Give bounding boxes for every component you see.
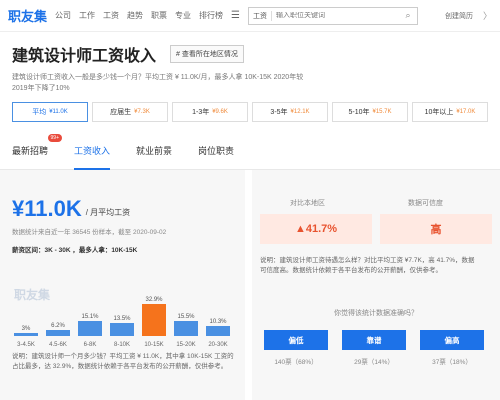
salary-panel: ¥11.0K / 月平均工资 数据统计来自近一年 36545 份样本，截至 20… [0, 170, 245, 400]
top-nav: 职友集 公司 工作 工资 趋势 职票 专业 排行榜 ☰ 工资 ⌕ 创建简历 〉 [0, 0, 500, 32]
create-resume-link[interactable]: 创建简历 [445, 11, 473, 21]
tabs: 最新招聘 99+ 工资收入 就业前景 岗位职责 [0, 122, 500, 170]
nav-major[interactable]: 专业 [175, 10, 191, 21]
vote-reliable-count: 29票（14%） [354, 359, 394, 366]
nav-ranking[interactable]: 排行榜 [199, 10, 223, 21]
x-tick-label: 20-30K [208, 342, 228, 348]
tab-latest-jobs[interactable]: 最新招聘 99+ [12, 134, 63, 169]
chip-value: ¥7.3K [134, 109, 150, 115]
x-tick-label: 10-15K [144, 342, 164, 348]
search-scope-select[interactable]: 工资 [249, 10, 272, 21]
bar-3-4.5K [14, 333, 38, 336]
chip-graduate[interactable]: 应届生 ¥7.3K [92, 102, 168, 122]
chip-label: 10年以上 [424, 109, 454, 116]
chip-value: ¥12.1K [290, 109, 310, 115]
x-tick-label: 4.5-6K [49, 342, 67, 348]
page-title: 建筑设计师工资收入 [12, 48, 157, 65]
title-row: 建筑设计师工资收入 # 查看所在地区情况 [0, 32, 500, 66]
x-tick-label: 8-10K [113, 342, 130, 348]
vote-reliable-button[interactable]: 靠谱 [342, 330, 406, 350]
nav-salary[interactable]: 工资 [103, 10, 119, 21]
salary-row: ¥11.0K / 月平均工资 [0, 170, 245, 222]
chip-label: 5-10年 [348, 109, 370, 116]
sample-stats: 数据统计来自近一年 36545 份样本，截至 2020-09-02 [12, 229, 167, 236]
average-salary: ¥11.0K [12, 196, 82, 221]
search-box: 工资 ⌕ [247, 6, 418, 25]
bar-value-label: 15.5% [177, 314, 195, 320]
tab-badge: 99+ [47, 134, 63, 142]
chip-value: ¥11.0K [49, 109, 68, 115]
nav-trends[interactable]: 趋势 [127, 10, 143, 21]
tab-salary[interactable]: 工资收入 [74, 136, 111, 170]
x-tick-label: 15-20K [176, 342, 196, 348]
bar-value-label: 10.3% [209, 319, 227, 325]
vote-buttons: 偏低 靠谱 偏高 [264, 330, 484, 350]
tab-prospects[interactable]: 就业前景 [136, 136, 172, 169]
site-logo[interactable]: 职友集 [8, 6, 47, 25]
bar-4.5-6K [46, 330, 70, 336]
chip-label: 3-5年 [270, 109, 288, 116]
tab-label: 最新招聘 [12, 146, 49, 156]
search-input[interactable] [271, 12, 364, 19]
compare-value: ▲41.7% [260, 214, 372, 244]
compare-header: 对比本地区 [290, 200, 325, 207]
comparison-panel: 对比本地区 数据可信度 ▲41.7% 高 说明：建筑设计师工资待遇怎么样？对比平… [252, 170, 500, 400]
chip-1-3y[interactable]: 1-3年 ¥9.6K [172, 102, 248, 122]
page-description: 建筑设计师工资收入一般是多少钱一个月？平均工资 ¥ 11.0K/月，最多人拿 1… [12, 74, 304, 92]
bar-value-label: 32.9% [145, 297, 163, 303]
chip-label: 应届生 [110, 109, 132, 116]
vote-low-count: 140票（68%） [274, 359, 318, 366]
accuracy-question: 你觉得该统计数据准确吗？ [334, 310, 418, 317]
comparison-boxes: ▲41.7% 高 [260, 214, 492, 244]
vote-low-button[interactable]: 偏低 [264, 330, 328, 350]
chip-10y-plus[interactable]: 10年以上 ¥17.0K [412, 102, 488, 122]
chip-label: 平均 [32, 109, 47, 116]
credibility-header: 数据可信度 [408, 200, 443, 207]
nav-vote[interactable]: 职票 [151, 10, 167, 21]
chip-3-5y[interactable]: 3-5年 ¥12.1K [252, 102, 328, 122]
bar-value-label: 13.5% [113, 316, 131, 322]
salary-unit: / 月平均工资 [85, 208, 131, 217]
tab-duties[interactable]: 岗位职责 [198, 136, 234, 169]
chip-value: ¥17.0K [456, 109, 476, 115]
comparison-note: 说明：建筑设计师工资待遇怎么样？对比平均工资 ¥7.7K，高 41.7%，数据可… [260, 257, 475, 274]
search-icon[interactable]: ⌕ [399, 8, 417, 24]
chip-label: 1-3年 [192, 109, 210, 116]
chip-value: ¥9.6K [212, 109, 228, 115]
bar-20-30K [206, 326, 230, 336]
x-tick-label: 6-8K [83, 342, 97, 348]
salary-distribution-chart: 3% 3-4.5K 6.2% 4.5-6K 15.1% 6-8K 13.5% 8-10K 32.… [8, 292, 238, 350]
salary-range-info: 薪资区间：3K - 30K ，最多人拿：10K-15K [12, 247, 138, 254]
menu-icon[interactable]: ☰ [231, 10, 240, 21]
bar-value-label: 15.1% [81, 314, 99, 320]
bar-value-label: 3% [21, 326, 31, 332]
bar-10-15K [142, 304, 166, 336]
region-button[interactable]: # 查看所在地区情况 [170, 45, 244, 63]
chip-average[interactable]: 平均 ¥11.0K [12, 102, 88, 122]
chip-5-10y[interactable]: 5-10年 ¥15.7K [332, 102, 408, 122]
nav-jobs[interactable]: 工作 [79, 10, 95, 21]
x-tick-label: 3-4.5K [17, 342, 35, 348]
credibility-value: 高 [380, 214, 492, 244]
bar-8-10K [110, 323, 134, 336]
chip-value: ¥15.7K [372, 109, 392, 115]
vote-high-count: 37票（18%） [432, 359, 472, 366]
page: 职友集 公司 工作 工资 趋势 职票 专业 排行榜 ☰ 工资 ⌕ 创建简历 〉 … [0, 0, 500, 400]
bar-15-20K [174, 321, 198, 336]
more-icon[interactable]: 〉 [483, 9, 492, 22]
vote-high-button[interactable]: 偏高 [420, 330, 484, 350]
nav-company[interactable]: 公司 [55, 10, 71, 21]
bar-6-8K [78, 321, 102, 336]
bar-value-label: 6.2% [51, 323, 65, 329]
experience-chips: 平均 ¥11.0K 应届生 ¥7.3K 1-3年 ¥9.6K 3-5年 ¥12.1K 5… [0, 94, 500, 122]
salary-note: 说明：建筑设计师一个月多少钱？平均工资 ¥ 11.0K，其中拿 10K-15K … [12, 353, 234, 370]
